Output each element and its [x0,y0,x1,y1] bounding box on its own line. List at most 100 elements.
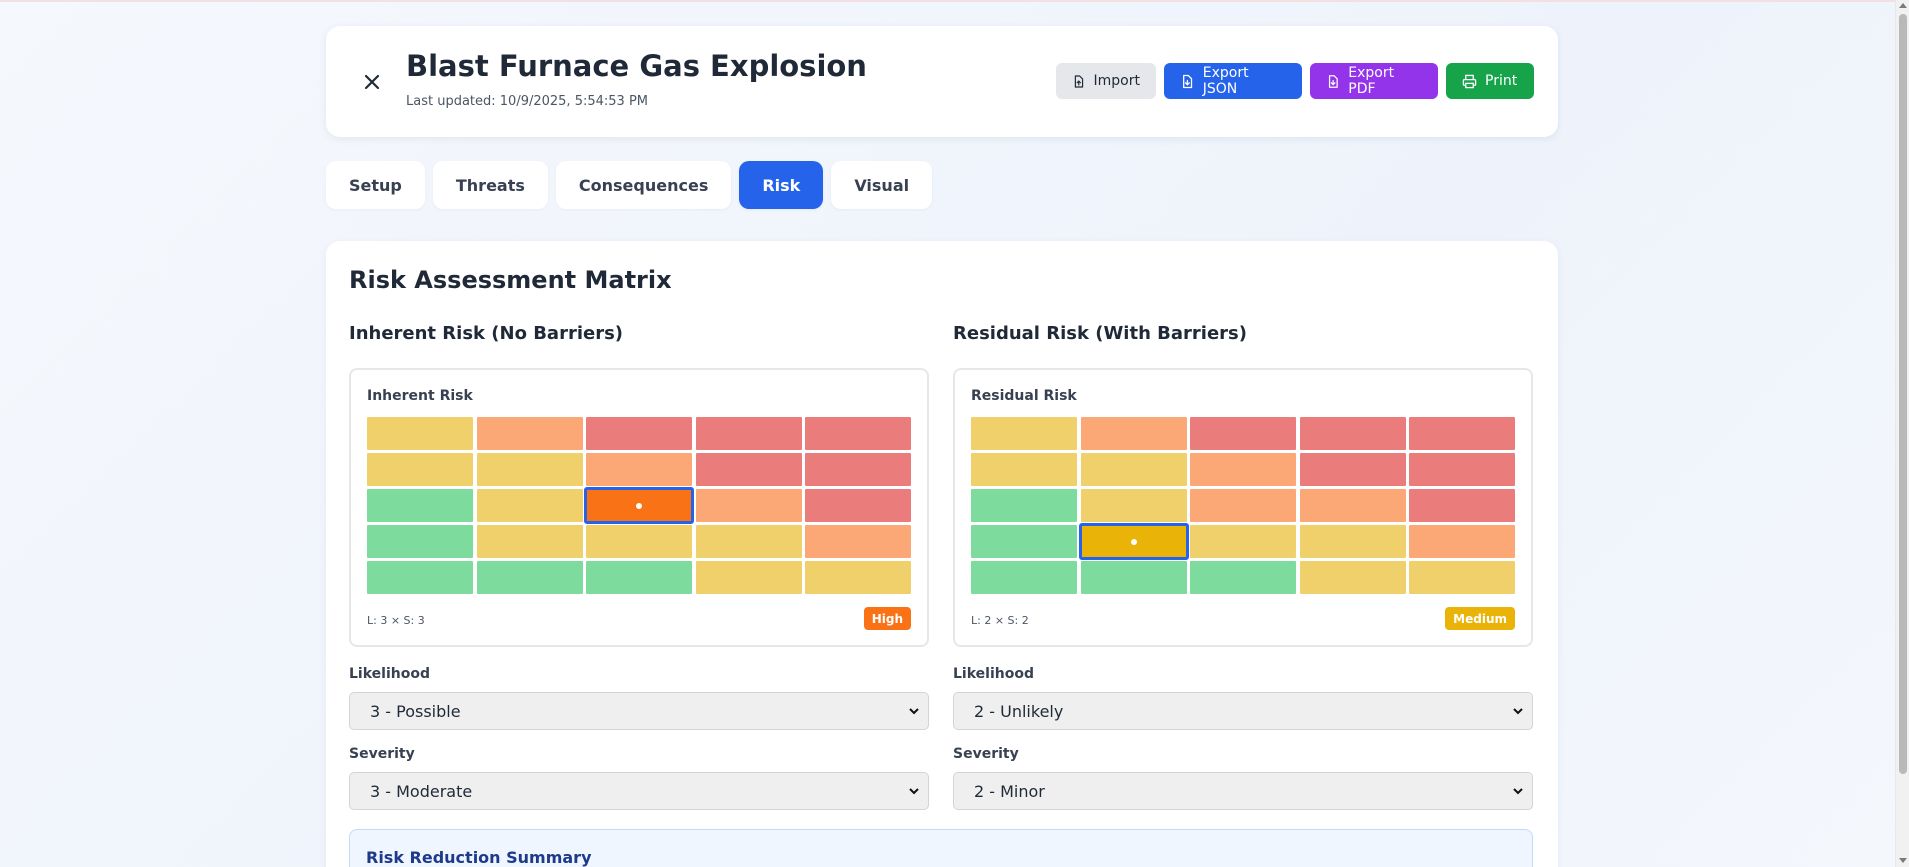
residual-matrix-cell[interactable] [1409,453,1515,486]
residual-matrix-cell[interactable] [971,561,1077,594]
last-updated-text: Last updated: 10/9/2025, 5:54:53 PM [406,94,649,109]
residual-matrix-cell[interactable] [1409,525,1515,558]
inherent-matrix-cell[interactable] [367,561,473,594]
residual-risk-matrix: Residual Risk L: 2 × S: 2 Medium [953,368,1533,647]
residual-matrix-cell[interactable] [1190,453,1296,486]
inherent-matrix-cell[interactable] [805,417,911,450]
inherent-matrix-cell[interactable] [805,525,911,558]
inherent-matrix-cell[interactable] [586,453,692,486]
residual-risk-heading: Residual Risk (With Barriers) [953,323,1247,344]
inherent-matrix-cell[interactable] [695,561,802,594]
residual-matrix-cell[interactable] [1190,489,1296,522]
export-pdf-label: Export PDF [1348,65,1395,97]
print-label: Print [1485,73,1518,89]
tab-risk[interactable]: Risk [739,161,824,209]
inherent-likelihood-select[interactable]: 3 - Possible [349,692,929,730]
residual-matrix-cell[interactable] [1080,453,1187,486]
inherent-matrix-cell[interactable] [695,525,802,558]
inherent-matrix-cell[interactable] [805,561,911,594]
residual-matrix-cell[interactable] [1409,561,1515,594]
file-download-icon [1183,74,1193,88]
inherent-matrix-label: Inherent Risk [367,388,473,404]
residual-matrix-cell[interactable] [1409,417,1515,450]
residual-matrix-cell[interactable] [1080,417,1187,450]
vertical-scrollbar[interactable] [1895,0,1909,867]
close-button[interactable] [356,66,388,98]
inherent-matrix-cell[interactable] [805,453,911,486]
inherent-matrix-cell[interactable] [476,453,583,486]
residual-matrix-cell[interactable] [1299,561,1406,594]
scrollbar-thumb[interactable] [1899,14,1907,774]
risk-panel: Risk Assessment Matrix Inherent Risk (No… [326,241,1558,867]
inherent-matrix-cell[interactable] [586,417,692,450]
residual-matrix-label: Residual Risk [971,388,1077,404]
residual-severity-label: Severity [953,746,1019,762]
inherent-matrix-cell[interactable] [586,525,692,558]
inherent-matrix-cell[interactable] [476,489,583,522]
header-card: Blast Furnace Gas Explosion Last updated… [326,26,1558,137]
tab-bar: Setup Threats Consequences Risk Visual [326,161,933,209]
inherent-severity-select[interactable]: 3 - Moderate [349,772,929,810]
inherent-risk-matrix: Inherent Risk L: 3 × S: 3 High [349,368,929,647]
selected-marker-icon [1130,538,1137,545]
residual-matrix-cell[interactable] [1190,561,1296,594]
tab-consequences[interactable]: Consequences [555,161,732,209]
file-upload-icon [1074,74,1084,88]
residual-severity-value: 2 - Minor [974,781,1045,801]
residual-matrix-cell[interactable] [971,525,1077,558]
export-pdf-button[interactable]: Export PDF [1310,63,1438,99]
print-button[interactable]: Print [1446,63,1534,99]
header-actions: Import Export JSON Export PDF Print [1056,63,1534,99]
inherent-matrix-cell[interactable] [695,453,802,486]
residual-matrix-cell[interactable] [1190,417,1296,450]
residual-matrix-cell[interactable] [1190,525,1296,558]
tab-setup[interactable]: Setup [326,161,425,209]
residual-matrix-cell[interactable] [1080,489,1187,522]
residual-matrix-cell[interactable] [1299,417,1406,450]
residual-risk-grid [971,417,1515,594]
chevron-down-icon [909,708,919,715]
inherent-matrix-cell[interactable] [476,417,583,450]
risk-reduction-summary-title: Risk Reduction Summary [366,848,592,867]
residual-likelihood-select[interactable]: 2 - Unlikely [953,692,1533,730]
selected-marker-icon [636,502,642,509]
inherent-likelihood-value: 3 - Possible [370,701,461,721]
inherent-severity-label: Severity [349,746,415,762]
residual-likelihood-label: Likelihood [953,666,1034,682]
residual-matrix-cell[interactable] [1299,489,1406,522]
tab-visual[interactable]: Visual [831,161,933,209]
residual-matrix-cell[interactable] [1078,523,1189,560]
inherent-matrix-cell[interactable] [476,525,583,558]
residual-matrix-cell[interactable] [971,453,1077,486]
inherent-matrix-cell[interactable] [805,489,911,522]
residual-matrix-cell[interactable] [1299,453,1406,486]
inherent-likelihood-label: Likelihood [349,666,430,682]
page-title: Blast Furnace Gas Explosion [406,49,867,83]
residual-score-text: L: 2 × S: 2 [971,614,1029,627]
close-icon [364,74,380,90]
import-label: Import [1093,73,1140,89]
inherent-matrix-cell[interactable] [367,525,473,558]
risk-matrix-title: Risk Assessment Matrix [349,266,672,294]
import-button[interactable]: Import [1056,63,1156,99]
inherent-score-text: L: 3 × S: 3 [367,614,425,627]
inherent-matrix-cell[interactable] [695,417,802,450]
chevron-down-icon [909,788,919,795]
inherent-matrix-cell[interactable] [367,417,473,450]
residual-matrix-cell[interactable] [971,417,1077,450]
inherent-matrix-cell[interactable] [584,487,694,524]
inherent-matrix-cell[interactable] [586,561,692,594]
residual-matrix-cell[interactable] [1299,525,1406,558]
residual-severity-select[interactable]: 2 - Minor [953,772,1533,810]
inherent-matrix-cell[interactable] [367,453,473,486]
inherent-matrix-cell[interactable] [367,489,473,522]
export-json-button[interactable]: Export JSON [1164,63,1302,99]
tab-threats[interactable]: Threats [432,161,548,209]
inherent-matrix-cell[interactable] [476,561,583,594]
residual-matrix-cell[interactable] [1409,489,1515,522]
residual-matrix-cell[interactable] [1080,561,1187,594]
scroll-up-icon[interactable] [1899,3,1907,8]
inherent-matrix-cell[interactable] [695,489,802,522]
scroll-down-icon[interactable] [1899,858,1907,863]
residual-matrix-cell[interactable] [971,489,1077,522]
